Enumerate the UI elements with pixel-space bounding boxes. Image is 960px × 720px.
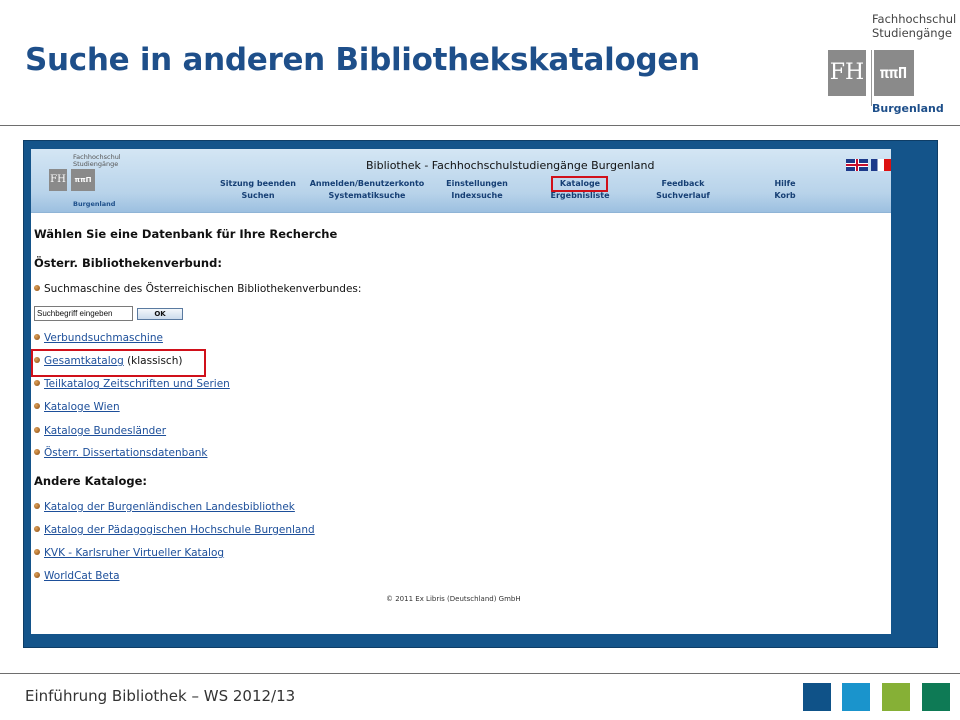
logo-building-icon: ππΠ xyxy=(874,50,914,96)
footer-square-2 xyxy=(842,683,870,711)
search-input[interactable] xyxy=(34,306,133,321)
logo-fh-mark: FH xyxy=(828,50,866,96)
catalog-nav-bar: Fachhochschul Studiengänge FH ππΠ Burgen… xyxy=(31,149,891,213)
section-heading-other: Andere Kataloge: xyxy=(34,474,147,488)
slide-title: Suche in anderen Bibliothekskatalogen xyxy=(25,42,700,78)
nav-einstellungen[interactable]: Einstellungen xyxy=(446,179,508,188)
list-item[interactable]: Kataloge Wien xyxy=(34,401,120,413)
language-flags xyxy=(846,159,891,171)
logo-line2: Studiengänge xyxy=(872,26,952,40)
nav-systematiksuche[interactable]: Systematiksuche xyxy=(329,191,406,200)
page-heading: Wählen Sie eine Datenbank für Ihre Reche… xyxy=(34,227,338,241)
list-item[interactable]: Österr. Dissertationsdatenbank xyxy=(34,447,208,459)
nav-hilfe[interactable]: Hilfe xyxy=(774,179,795,188)
list-item[interactable]: Verbundsuchmaschine xyxy=(34,332,163,344)
logo-line1: Fachhochschul xyxy=(872,12,957,26)
bullet-icon xyxy=(34,403,40,409)
bullet-icon xyxy=(34,380,40,386)
list-item[interactable]: Katalog der Pädagogischen Hochschule Bur… xyxy=(34,524,315,536)
catalog-page: Fachhochschul Studiengänge FH ππΠ Burgen… xyxy=(31,149,891,634)
screenshot-frame: Fachhochschul Studiengänge FH ππΠ Burgen… xyxy=(23,140,938,648)
list-item[interactable]: Katalog der Burgenländischen Landesbibli… xyxy=(34,501,295,513)
footer-divider xyxy=(0,673,960,674)
footer-square-1 xyxy=(803,683,831,711)
link-kataloge-wien[interactable]: Kataloge Wien xyxy=(44,401,120,413)
gesamtkatalog-highlight xyxy=(31,349,206,377)
list-item[interactable]: KVK - Karlsruher Virtueller Katalog xyxy=(34,547,224,559)
link-worldcat[interactable]: WorldCat Beta xyxy=(44,570,120,582)
section-heading-obv: Österr. Bibliothekenverbund: xyxy=(34,256,222,270)
kataloge-highlight xyxy=(551,176,608,192)
search-label-text: Suchmaschine des Österreichischen Biblio… xyxy=(44,283,362,295)
search-label: Suchmaschine des Österreichischen Biblio… xyxy=(34,283,361,295)
link-kvk[interactable]: KVK - Karlsruher Virtueller Katalog xyxy=(44,547,224,559)
footer-square-4 xyxy=(922,683,950,711)
footer-text: Einführung Bibliothek – WS 2012/13 xyxy=(25,687,296,705)
link-landesbibliothek[interactable]: Katalog der Burgenländischen Landesbibli… xyxy=(44,501,295,513)
bullet-icon xyxy=(34,427,40,433)
nav-suchverlauf[interactable]: Suchverlauf xyxy=(656,191,710,200)
uk-flag-icon[interactable] xyxy=(846,159,868,171)
link-verbundsuchmaschine[interactable]: Verbundsuchmaschine xyxy=(44,332,163,344)
mini-logo-fh-mark: FH xyxy=(49,169,67,191)
list-item[interactable]: Kataloge Bundesländer xyxy=(34,425,166,437)
list-item[interactable]: WorldCat Beta xyxy=(34,570,120,582)
bullet-icon xyxy=(34,572,40,578)
catalog-title: Bibliothek - Fachhochschulstudiengänge B… xyxy=(366,159,655,172)
fh-burgenland-logo: Fachhochschul Studiengänge FH ππΠ Burgen… xyxy=(826,10,956,118)
link-paedagogische-hochschule[interactable]: Katalog der Pädagogischen Hochschule Bur… xyxy=(44,524,315,536)
link-dissertationsdatenbank[interactable]: Österr. Dissertationsdatenbank xyxy=(44,447,208,459)
copyright-text: © 2011 Ex Libris (Deutschland) GmbH xyxy=(386,595,521,603)
header-divider xyxy=(0,125,960,126)
logo-separator xyxy=(871,50,872,106)
fr-flag-icon[interactable] xyxy=(871,159,891,171)
nav-feedback[interactable]: Feedback xyxy=(662,179,705,188)
mini-logo-line2: Studiengänge xyxy=(73,160,119,168)
bullet-icon xyxy=(34,549,40,555)
mini-logo-region: Burgenland xyxy=(73,200,116,208)
nav-anmelden[interactable]: Anmelden/Benutzerkonto xyxy=(310,179,425,188)
nav-korb[interactable]: Korb xyxy=(774,191,795,200)
mini-logo-building-icon: ππΠ xyxy=(71,169,95,191)
nav-sitzung-beenden[interactable]: Sitzung beenden xyxy=(220,179,296,188)
link-teilkatalog[interactable]: Teilkatalog Zeitschriften und Serien xyxy=(44,378,230,390)
bullet-icon xyxy=(34,503,40,509)
bullet-icon xyxy=(34,285,40,291)
ok-button[interactable]: OK xyxy=(137,308,183,320)
logo-region: Burgenland xyxy=(872,102,944,115)
mini-logo: Fachhochschul Studiengänge FH ππΠ Burgen… xyxy=(49,153,121,211)
nav-suchen[interactable]: Suchen xyxy=(241,191,274,200)
nav-indexsuche[interactable]: Indexsuche xyxy=(451,191,502,200)
list-item[interactable]: Teilkatalog Zeitschriften und Serien xyxy=(34,378,230,390)
footer-square-3 xyxy=(882,683,910,711)
bullet-icon xyxy=(34,334,40,340)
nav-ergebnisliste[interactable]: Ergebnisliste xyxy=(551,191,610,200)
bullet-icon xyxy=(34,526,40,532)
link-kataloge-bundeslaender[interactable]: Kataloge Bundesländer xyxy=(44,425,166,437)
bullet-icon xyxy=(34,449,40,455)
